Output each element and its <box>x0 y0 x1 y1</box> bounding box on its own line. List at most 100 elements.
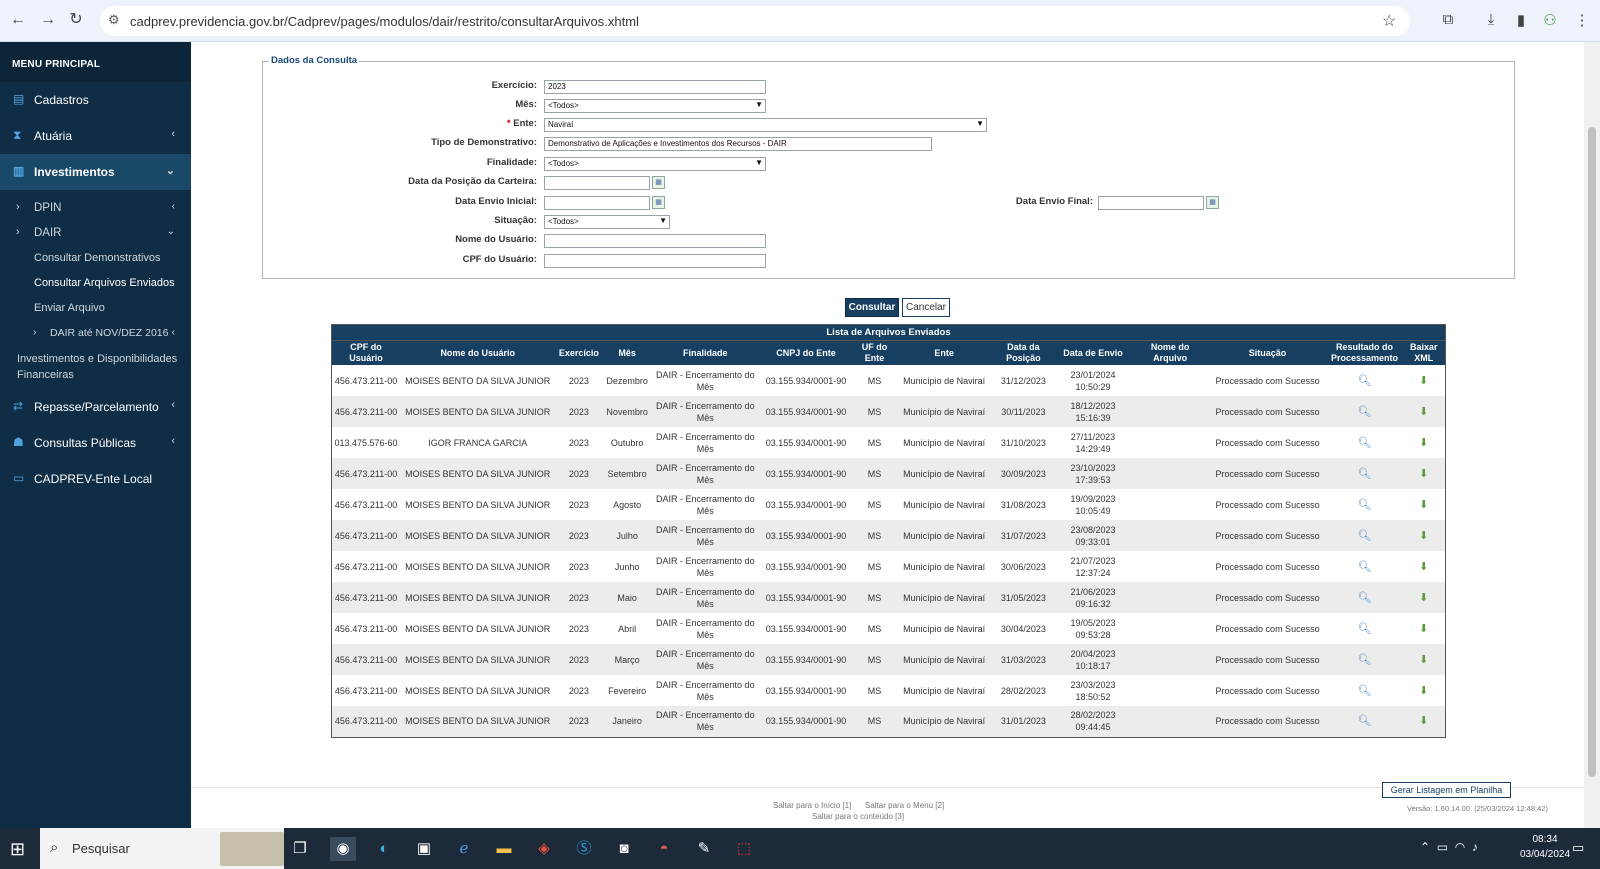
magnifier-icon[interactable]: 🔍︎ <box>1358 406 1372 418</box>
nome-usuario-input[interactable] <box>544 234 766 248</box>
calendar-icon[interactable]: ▦ <box>1206 196 1219 209</box>
sidebar-item-cadprev-ente-local[interactable]: ▭ CADPREV-Ente Local <box>0 461 191 497</box>
profile-icon[interactable]: ⚇ <box>1540 11 1560 29</box>
sidebar-link-consultar-demonstrativos[interactable]: Consultar Demonstrativos <box>0 246 191 271</box>
office-icon[interactable]: ◈ <box>531 837 557 861</box>
magnifier-icon[interactable]: 🔍︎ <box>1358 468 1372 480</box>
magnifier-icon[interactable]: 🔍︎ <box>1358 623 1372 635</box>
skip-to-top-link[interactable]: Saltar para o Início [1] <box>773 801 851 810</box>
magnifier-icon[interactable]: 🔍︎ <box>1358 715 1372 727</box>
browser-menu-icon[interactable]: ⋮ <box>1572 11 1592 29</box>
forward-icon[interactable]: → <box>38 10 58 30</box>
table-cell: 31/03/2023 <box>992 644 1055 675</box>
download-xml-icon[interactable]: ⬇ <box>1419 715 1428 727</box>
chrome-icon[interactable]: ◉ <box>330 837 356 861</box>
sidebar-sub-dair-nov-dez[interactable]: › DAIR até NOV/DEZ 2016 ‹ <box>0 321 191 346</box>
table-cell: MOISES BENTO DA SILVA JUNIOR <box>405 375 551 386</box>
back-icon[interactable]: ← <box>8 10 28 30</box>
skype-icon[interactable]: Ⓢ <box>571 837 597 861</box>
consultar-button[interactable]: Consultar <box>845 298 899 317</box>
ie-icon[interactable]: ℯ <box>451 837 477 861</box>
situacao-select[interactable]: <Todos> ▼ <box>544 215 670 229</box>
table-cell: MOISES BENTO DA SILVA JUNIOR <box>400 644 556 675</box>
address-bar[interactable]: ⚙ cadprev.previdencia.gov.br/Cadprev/pag… <box>100 6 1410 36</box>
baixar-xml-cell: ⬇ <box>1402 706 1446 737</box>
sidebar-item-consultas-publicas[interactable]: ☗ Consultas Públicas ‹ <box>0 425 191 461</box>
extensions-icon[interactable]: ⧉ <box>1438 11 1458 28</box>
sidebar-item-atuaria[interactable]: ⧗ Atuária ‹ <box>0 118 191 154</box>
download-xml-icon[interactable]: ⬇ <box>1419 623 1428 635</box>
bookmark-star-icon[interactable]: ☆ <box>1382 11 1396 31</box>
download-xml-icon[interactable]: ⬇ <box>1419 561 1428 573</box>
download-xml-icon[interactable]: ⬇ <box>1419 406 1428 418</box>
magnifier-icon[interactable]: 🔍︎ <box>1358 592 1372 604</box>
magnifier-icon[interactable]: 🔍︎ <box>1358 499 1372 511</box>
data-posicao-input[interactable] <box>544 176 650 190</box>
download-xml-icon[interactable]: ⬇ <box>1419 685 1428 697</box>
ente-select[interactable]: Naviraí ▼ <box>544 118 987 132</box>
download-xml-icon[interactable]: ⬇ <box>1419 530 1428 542</box>
mes-select[interactable]: <Todos> ▼ <box>544 99 766 113</box>
taskbar-search[interactable]: ⌕ Pesquisar <box>40 828 284 869</box>
cancelar-button[interactable]: Cancelar <box>902 298 950 317</box>
download-xml-icon[interactable]: ⬇ <box>1419 654 1428 666</box>
system-tray[interactable]: ⌃ ▭ ◠ ♪ <box>1420 840 1478 854</box>
magnifier-icon[interactable]: 🔍︎ <box>1358 530 1372 542</box>
sidebar-link-investimentos-disponibilidades[interactable]: Investimentos e Disponibilidades Finance… <box>0 346 191 389</box>
table-cell: Município de Naviraí <box>903 437 986 448</box>
search-form: Dados da Consulta Exercício: 2023 Mês: <… <box>262 55 1515 279</box>
windows-start-icon[interactable]: ⊞ <box>10 839 25 860</box>
edge-icon[interactable]: ◐ <box>371 837 397 861</box>
scroll-thumb[interactable] <box>1588 127 1596 777</box>
tools-icon[interactable]: ✎ <box>691 837 717 861</box>
table-row: 456.473.211-00 MOISES BENTO DA SILVA JUNI… <box>332 613 1446 644</box>
download-xml-icon[interactable]: ⬇ <box>1419 468 1428 480</box>
file-explorer-icon[interactable]: ▬ <box>491 837 517 861</box>
task-view-icon[interactable]: ❐ <box>287 837 313 861</box>
sidebar-sub-dpin[interactable]: › DPIN ‹ <box>0 196 191 221</box>
magnifier-icon[interactable]: 🔍︎ <box>1358 561 1372 573</box>
app-icon[interactable]: ▣ <box>411 837 437 861</box>
sidebar-link-consultar-arquivos[interactable]: Consultar Arquivos Enviados <box>0 271 191 296</box>
sidebar-item-investimentos[interactable]: ▥ Investimentos ⌄ <box>0 154 191 190</box>
skip-to-content-link[interactable]: Saltar para o conteúdo [3] <box>812 812 904 821</box>
chevron-down-icon: ⌄ <box>165 165 175 177</box>
pdf-icon[interactable]: ⬚ <box>731 837 757 861</box>
site-info-icon[interactable]: ⚙ <box>108 12 120 28</box>
app-red-icon[interactable]: ◓ <box>651 837 677 861</box>
data-envio-final-input[interactable] <box>1098 196 1204 210</box>
download-xml-icon[interactable]: ⬇ <box>1419 592 1428 604</box>
sidebar-sub-dair[interactable]: › DAIR ⌄ <box>0 221 191 246</box>
tipo-input[interactable]: Demonstrativo de Aplicações e Investimen… <box>544 137 932 151</box>
ente-label: * Ente: <box>237 118 537 129</box>
magnifier-icon[interactable]: 🔍︎ <box>1358 437 1372 449</box>
sidepanel-icon[interactable]: ▮ <box>1511 11 1531 29</box>
download-xml-icon[interactable]: ⬇ <box>1419 375 1428 387</box>
gerar-planilha-button[interactable]: Gerar Listagem em Planilha <box>1382 782 1511 798</box>
table-body: 456.473.211-00 MOISES BENTO DA SILVA JUNI… <box>331 365 1446 737</box>
reload-icon[interactable]: ↻ <box>66 10 86 30</box>
page-scrollbar[interactable] <box>1584 42 1600 828</box>
table-cell: Município de Naviraí <box>903 561 986 572</box>
notification-icon[interactable]: ▭ <box>1572 840 1584 856</box>
table-cell: 30/09/2023 <box>992 458 1055 489</box>
sidebar-item-repasse[interactable]: ⇄ Repasse/Parcelamento ‹ <box>0 389 191 425</box>
calendar-icon[interactable]: ▦ <box>652 176 665 189</box>
finalidade-select[interactable]: <Todos> ▼ <box>544 157 766 171</box>
camera-icon[interactable]: ◙ <box>611 837 637 861</box>
magnifier-icon[interactable]: 🔍︎ <box>1358 685 1372 697</box>
download-icon[interactable]: ⤓ <box>1481 11 1501 28</box>
data-envio-inicial-input[interactable] <box>544 196 650 210</box>
sidebar-link-enviar-arquivo[interactable]: Enviar Arquivo <box>0 296 191 321</box>
magnifier-icon[interactable]: 🔍︎ <box>1358 375 1372 387</box>
magnifier-icon[interactable]: 🔍︎ <box>1358 654 1372 666</box>
calendar-icon[interactable]: ▦ <box>652 196 665 209</box>
sidebar-item-cadastros[interactable]: ▤ Cadastros <box>0 82 191 118</box>
baixar-xml-cell: ⬇ <box>1403 675 1446 706</box>
download-xml-icon[interactable]: ⬇ <box>1419 437 1428 449</box>
baixar-xml-cell: ⬇ <box>1402 396 1446 427</box>
cpf-usuario-input[interactable] <box>544 254 766 268</box>
download-xml-icon[interactable]: ⬇ <box>1419 499 1428 511</box>
skip-to-menu-link[interactable]: Saltar para o Menu [2] <box>865 801 944 810</box>
exercicio-input[interactable]: 2023 <box>544 80 766 94</box>
